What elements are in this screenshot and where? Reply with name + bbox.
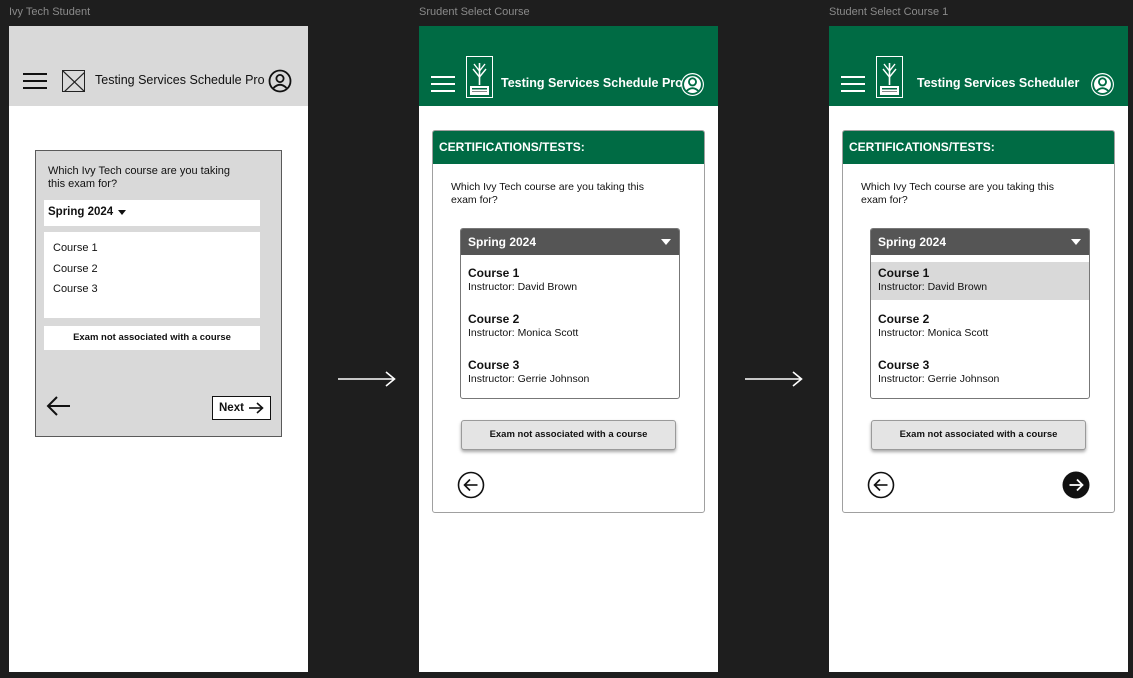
- course-question: Which Ivy Tech course are you taking thi…: [48, 165, 230, 190]
- caret-down-icon: [661, 239, 671, 245]
- course-option-3[interactable]: Course 3 Instructor: Gerrie Johnson: [871, 354, 1089, 392]
- course-instructor: Instructor: David Brown: [878, 281, 988, 293]
- card-heading: CERTIFICATIONS/TESTS:: [843, 131, 1114, 164]
- next-button[interactable]: Next: [212, 396, 271, 420]
- flow-arrow-icon: [338, 371, 396, 387]
- course-question: Which Ivy Tech course are you taking thi…: [861, 181, 1054, 206]
- app-header: Testing Services Schedule Pro: [9, 26, 308, 106]
- course-option-1[interactable]: Course 1: [53, 242, 98, 254]
- hamburger-menu-icon[interactable]: [431, 76, 455, 92]
- caret-down-icon: [118, 210, 126, 215]
- frame-label-1: Ivy Tech Student: [9, 6, 91, 18]
- course-list: Course 1 Course 2 Course 3: [44, 232, 260, 318]
- no-course-button[interactable]: Exam not associated with a course: [871, 420, 1086, 450]
- course-option-3[interactable]: Course 3: [53, 283, 98, 295]
- course-name: Course 1: [468, 266, 520, 280]
- app-header: Testing Services Schedule Pro: [419, 26, 718, 106]
- course-instructor: Instructor: Monica Scott: [878, 327, 989, 339]
- course-name: Course 3: [878, 358, 930, 372]
- frame-student-select-course: Testing Services Schedule Pro CERTIFICAT…: [419, 26, 718, 672]
- frame-ivy-tech-student: Testing Services Schedule Pro Which Ivy …: [9, 26, 308, 672]
- card-heading: CERTIFICATIONS/TESTS:: [433, 131, 704, 164]
- course-option-2[interactable]: Course 2: [53, 263, 98, 275]
- hamburger-menu-icon[interactable]: [23, 73, 47, 89]
- logo-placeholder-icon: [62, 70, 85, 92]
- frame-label-2: Srudent Select Course: [419, 6, 530, 18]
- user-profile-icon[interactable]: [680, 72, 705, 97]
- ivy-tech-logo-icon: [876, 56, 903, 98]
- app-title: Testing Services Schedule Pro: [501, 76, 683, 90]
- user-profile-icon[interactable]: [1090, 72, 1115, 97]
- course-dropdown: Spring 2024 Course 1 Instructor: David B…: [460, 228, 680, 399]
- course-name: Course 3: [468, 358, 520, 372]
- course-instructor: Instructor: Monica Scott: [468, 327, 579, 339]
- term-dropdown[interactable]: Spring 2024: [461, 229, 679, 255]
- course-instructor: Instructor: Gerrie Johnson: [878, 373, 1000, 385]
- app-title: Testing Services Schedule Pro: [95, 73, 265, 87]
- arrow-left-icon[interactable]: [457, 471, 485, 499]
- course-instructor: Instructor: Gerrie Johnson: [468, 373, 590, 385]
- certifications-card: CERTIFICATIONS/TESTS: Which Ivy Tech cou…: [432, 130, 705, 513]
- course-instructor: Instructor: David Brown: [468, 281, 578, 293]
- arrow-right-icon[interactable]: [1062, 471, 1090, 499]
- no-course-button[interactable]: Exam not associated with a course: [461, 420, 676, 450]
- course-question: Which Ivy Tech course are you taking thi…: [451, 181, 644, 206]
- app-header: Testing Services Scheduler: [829, 26, 1128, 106]
- course-name: Course 2: [468, 312, 520, 326]
- course-option-1[interactable]: Course 1 Instructor: David Brown: [461, 262, 679, 300]
- course-option-1-selected[interactable]: Course 1 Instructor: David Brown: [871, 262, 1089, 300]
- arrow-left-icon[interactable]: [867, 471, 895, 499]
- course-name: Course 1: [878, 266, 930, 280]
- course-dropdown: Spring 2024 Course 1 Instructor: David B…: [870, 228, 1090, 399]
- certifications-card: CERTIFICATIONS/TESTS: Which Ivy Tech cou…: [842, 130, 1115, 513]
- term-dropdown-value: Spring 2024: [48, 206, 114, 218]
- next-button-label: Next: [219, 402, 244, 414]
- arrow-left-icon[interactable]: [46, 395, 72, 417]
- term-dropdown[interactable]: Spring 2024: [871, 229, 1089, 255]
- term-dropdown[interactable]: Spring 2024: [44, 200, 260, 226]
- caret-down-icon: [1071, 239, 1081, 245]
- course-option-2[interactable]: Course 2 Instructor: Monica Scott: [871, 308, 1089, 346]
- course-option-3[interactable]: Course 3 Instructor: Gerrie Johnson: [461, 354, 679, 392]
- term-dropdown-value: Spring 2024: [878, 235, 947, 249]
- no-course-button[interactable]: Exam not associated with a course: [44, 326, 260, 350]
- term-dropdown-value: Spring 2024: [468, 235, 537, 249]
- arrow-right-icon: [249, 402, 264, 414]
- ivy-tech-logo-icon: [466, 56, 493, 98]
- frame-student-select-course-1: Testing Services Scheduler CERTIFICATION…: [829, 26, 1128, 672]
- frame-label-3: Student Select Course 1: [829, 6, 949, 18]
- hamburger-menu-icon[interactable]: [841, 76, 865, 92]
- course-select-card: Which Ivy Tech course are you taking thi…: [35, 150, 282, 437]
- user-profile-icon[interactable]: [268, 69, 292, 93]
- course-option-2[interactable]: Course 2 Instructor: Monica Scott: [461, 308, 679, 346]
- course-name: Course 2: [878, 312, 930, 326]
- flow-arrow-icon: [745, 371, 803, 387]
- app-title: Testing Services Scheduler: [917, 76, 1080, 90]
